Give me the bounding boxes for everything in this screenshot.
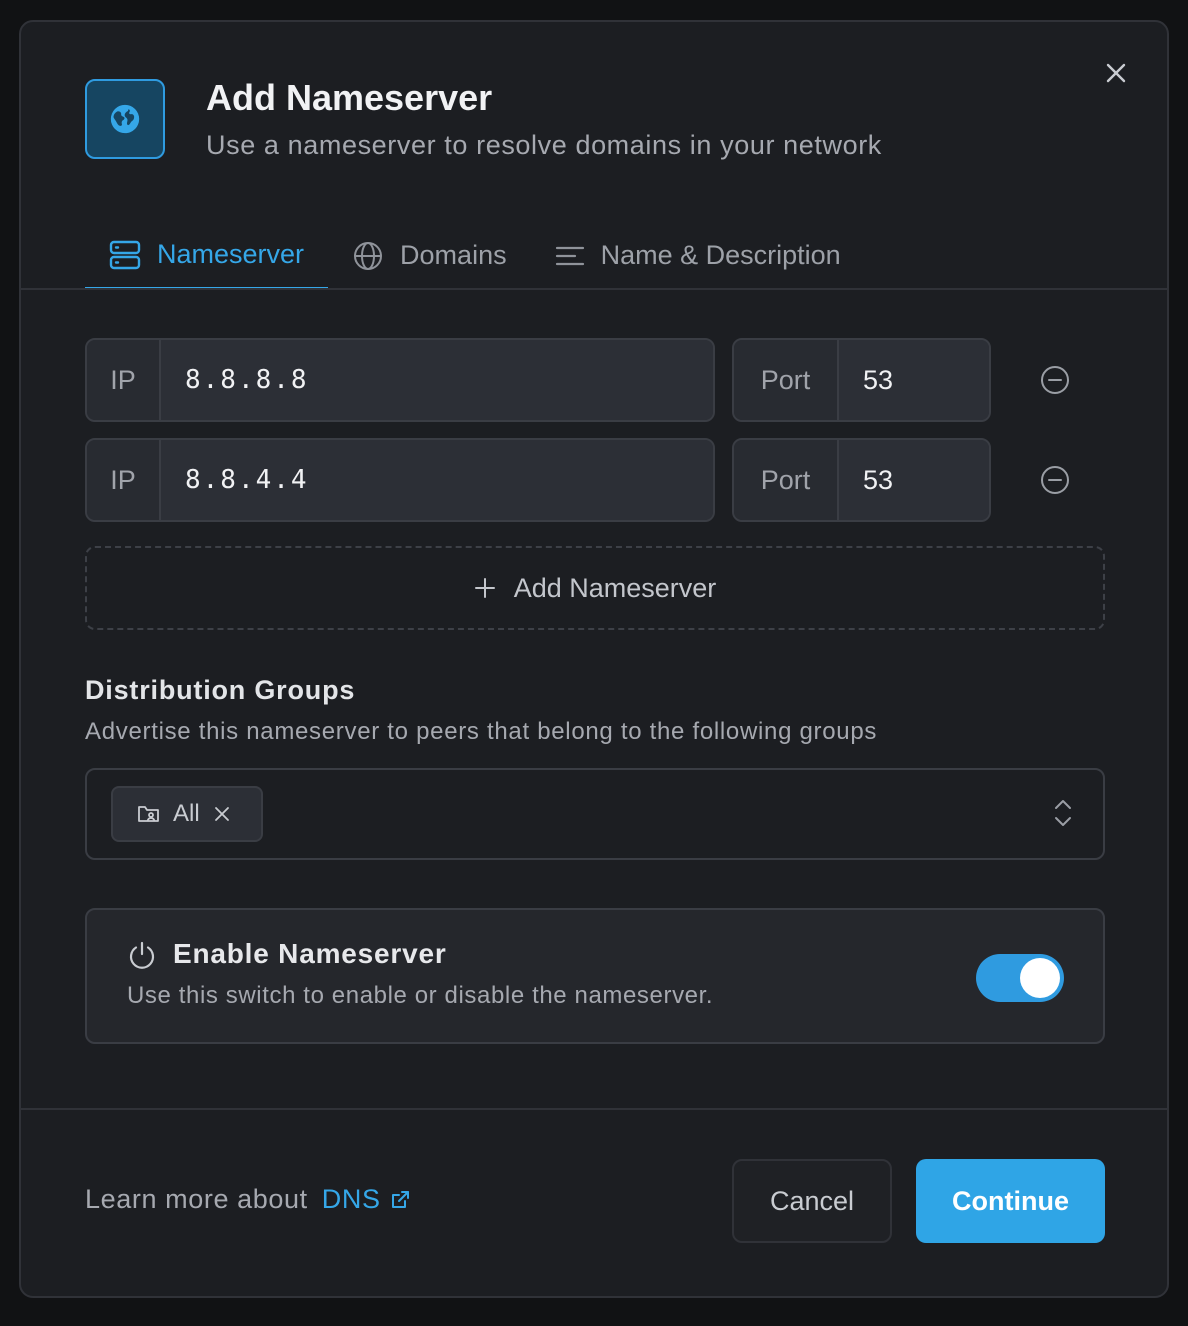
- text-lines-icon: [555, 246, 584, 265]
- port-input[interactable]: 53: [839, 340, 989, 420]
- close-icon: [214, 807, 229, 821]
- learn-more-text: Learn more about: [85, 1184, 308, 1214]
- ip-input[interactable]: 8.8.8.8: [161, 340, 713, 420]
- group-chip-label: All: [173, 800, 200, 827]
- port-addon-label: Port: [734, 440, 839, 520]
- remove-nameserver-icon[interactable]: [1039, 464, 1071, 496]
- group-chip: All: [111, 786, 263, 842]
- close-button[interactable]: [1101, 58, 1131, 88]
- continue-button[interactable]: Continue: [916, 1159, 1105, 1243]
- footer-divider: [21, 1108, 1167, 1110]
- tab-domains[interactable]: Domains: [328, 222, 531, 289]
- tab-label: Nameserver: [157, 239, 305, 269]
- port-input[interactable]: 53: [839, 440, 989, 520]
- external-link-icon: [391, 1190, 409, 1208]
- close-icon: [1106, 63, 1126, 83]
- server-icon: [109, 240, 141, 269]
- distribution-groups-subtitle: Advertise this nameserver to peers that …: [85, 718, 878, 745]
- ip-addon-label: IP: [87, 440, 161, 520]
- group-selector[interactable]: All: [85, 768, 1105, 860]
- add-nameserver-dialog: Add Nameserver Use a nameserver to resol…: [19, 20, 1169, 1298]
- remove-nameserver-icon[interactable]: [1039, 364, 1071, 396]
- cancel-button[interactable]: Cancel: [732, 1159, 892, 1243]
- power-icon: [129, 941, 155, 969]
- dns-docs-link[interactable]: DNS: [322, 1184, 411, 1215]
- toggle-knob: [1020, 958, 1060, 998]
- tab-label: Name & Description: [600, 240, 841, 270]
- tab-name-description[interactable]: Name & Description: [531, 222, 865, 289]
- enable-nameserver-subtitle: Use this switch to enable or disable the…: [127, 982, 714, 1009]
- tab-bar: Nameserver Domains Name & Description: [85, 222, 865, 289]
- enable-nameserver-card: Enable Nameserver Use this switch to ena…: [85, 908, 1105, 1044]
- dialog-title: Add Nameserver: [206, 77, 493, 118]
- dns-link-label: DNS: [321, 1184, 381, 1214]
- globe-filled-icon: [110, 104, 140, 134]
- dialog-header-icon: [85, 79, 165, 159]
- folder-users-icon: [138, 806, 159, 822]
- nameserver-row: IP 8.8.8.8 Port 53: [85, 338, 1085, 422]
- tab-label: Domains: [400, 240, 507, 270]
- chevron-up-down-icon: [1055, 800, 1071, 826]
- globe-icon: [354, 241, 383, 270]
- distribution-groups-title: Distribution Groups: [85, 675, 356, 705]
- tab-nameserver[interactable]: Nameserver: [85, 222, 329, 289]
- ip-addon-label: IP: [87, 340, 161, 420]
- ip-input-group: IP 8.8.4.4: [85, 438, 715, 522]
- port-addon-label: Port: [734, 340, 839, 420]
- enable-nameserver-title: Enable Nameserver: [173, 938, 447, 969]
- ip-input-group: IP 8.8.8.8: [85, 338, 715, 422]
- port-input-group: Port 53: [732, 438, 991, 522]
- add-nameserver-button[interactable]: Add Nameserver: [85, 546, 1105, 630]
- tabs-divider: [21, 288, 1167, 290]
- port-input-group: Port 53: [732, 338, 991, 422]
- add-nameserver-label: Add Nameserver: [513, 572, 717, 603]
- plus-icon: [474, 578, 495, 598]
- remove-group-button[interactable]: [214, 806, 230, 822]
- dialog-subtitle: Use a nameserver to resolve domains in y…: [206, 130, 882, 160]
- learn-more: Learn more about DNS: [85, 1184, 411, 1215]
- enable-nameserver-toggle[interactable]: [976, 954, 1064, 1002]
- nameserver-row: IP 8.8.4.4 Port 53: [85, 438, 1085, 522]
- ip-input[interactable]: 8.8.4.4: [161, 440, 713, 520]
